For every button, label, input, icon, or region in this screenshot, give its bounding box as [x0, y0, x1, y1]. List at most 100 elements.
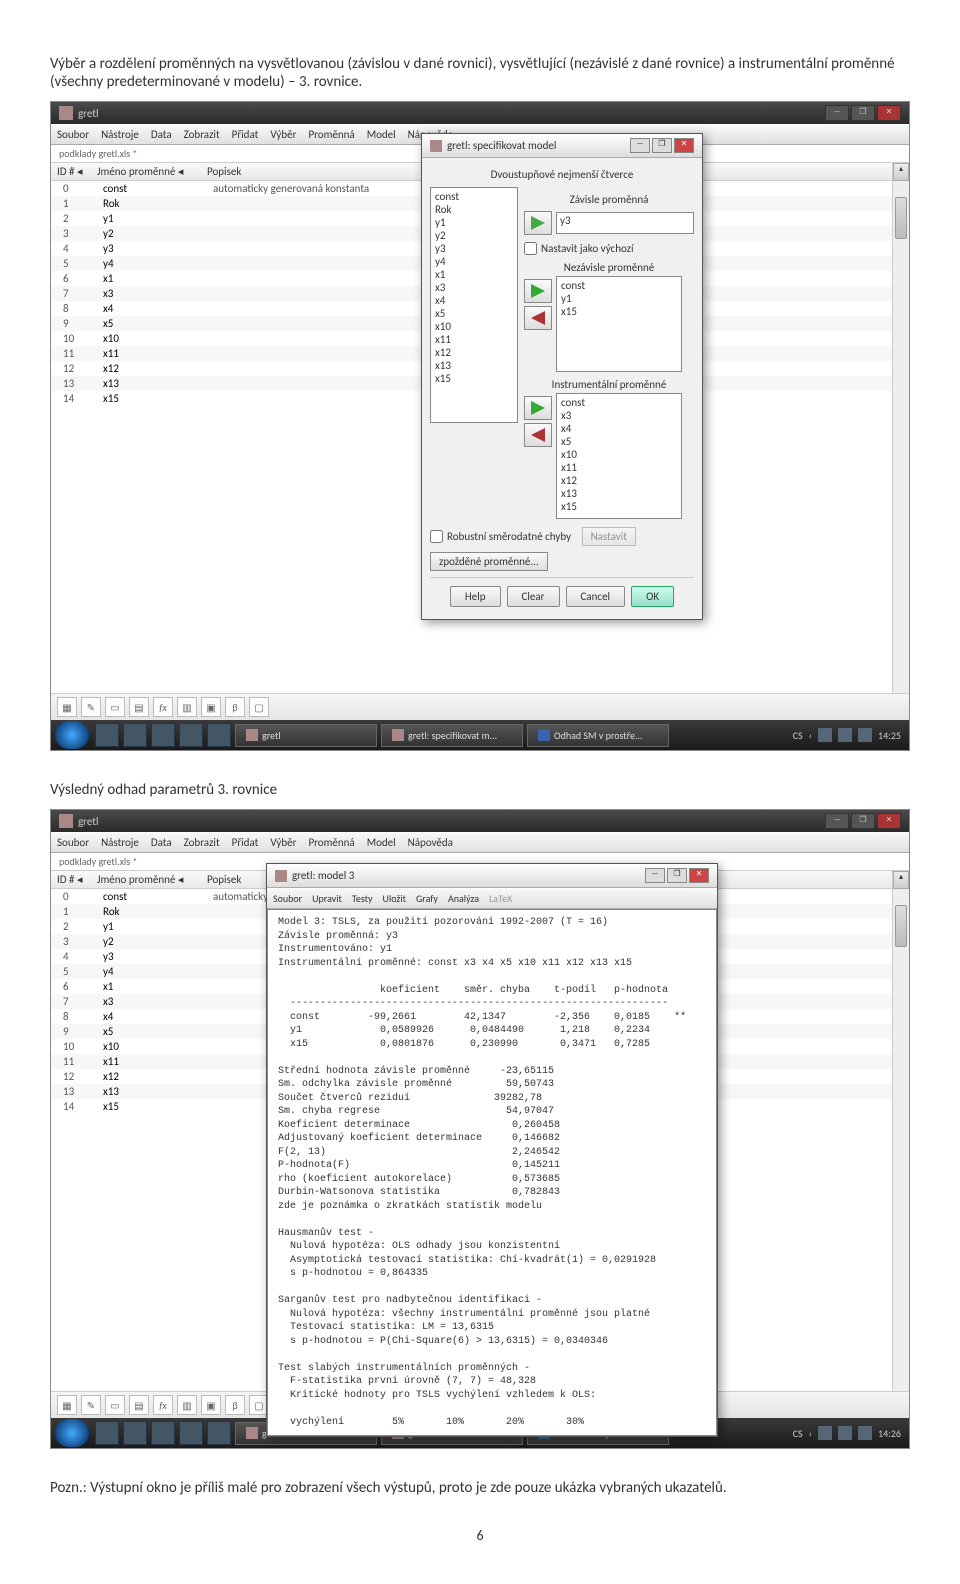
list-item[interactable]: x1 — [433, 268, 515, 281]
start-button[interactable] — [55, 721, 89, 749]
calc-icon[interactable]: ▦ — [57, 1395, 77, 1415]
ql-notes-icon[interactable] — [179, 1421, 203, 1445]
list-item[interactable]: x15 — [559, 305, 679, 318]
maximize-button[interactable]: ❐ — [652, 138, 672, 153]
col-id[interactable]: ID # ◂ — [51, 165, 97, 178]
list-item[interactable]: x4 — [433, 294, 515, 307]
ql-explorer-icon[interactable] — [123, 723, 147, 747]
robust-checkbox[interactable] — [430, 530, 443, 543]
console-icon[interactable]: ▭ — [105, 1395, 125, 1415]
db-icon[interactable]: ▣ — [201, 697, 221, 717]
menu-soubor[interactable]: Soubor — [57, 836, 89, 849]
ql-explorer-icon[interactable] — [123, 1421, 147, 1445]
clear-button[interactable]: Clear — [507, 586, 560, 607]
edit-icon[interactable]: ✎ — [81, 1395, 101, 1415]
choose-dep-button[interactable] — [524, 211, 552, 235]
col-name[interactable]: Jméno proměnné ◂ — [97, 165, 207, 178]
clock[interactable]: 14:26 — [878, 1427, 901, 1440]
menu-testy[interactable]: Testy — [352, 892, 373, 905]
ql-firefox-icon[interactable] — [151, 723, 175, 747]
list-item[interactable]: x10 — [559, 448, 679, 461]
list-item[interactable]: Rok — [433, 203, 515, 216]
menu-promenna[interactable]: Proměnná — [308, 128, 354, 141]
source-vars-list[interactable]: constRoky1y2y3y4x1x3x4x5x10x11x12x13x15 — [430, 187, 518, 423]
tray-flag-icon[interactable] — [818, 728, 832, 742]
menu-latex[interactable]: LaTeX — [489, 892, 512, 905]
robust-config-button[interactable]: Nastavit — [582, 527, 636, 546]
icon-view-icon[interactable]: ▤ — [129, 697, 149, 717]
remove-instr-button[interactable] — [524, 423, 552, 447]
minimize-button[interactable]: — — [825, 813, 849, 829]
tray-network-icon[interactable] — [838, 1426, 852, 1440]
menu-pridat[interactable]: Přidat — [232, 836, 259, 849]
tray-chevron-icon[interactable]: ‹ — [809, 729, 812, 742]
menu-model[interactable]: Model — [367, 128, 396, 141]
maximize-button[interactable]: ❐ — [851, 813, 875, 829]
list-item[interactable]: x13 — [433, 359, 515, 372]
taskbar-app-odhad[interactable]: Odhad SM v prostře... — [527, 724, 669, 747]
minimize-button[interactable]: — — [645, 868, 665, 883]
minimize-button[interactable]: — — [825, 105, 849, 121]
list-item[interactable]: x10 — [433, 320, 515, 333]
menu-promenna[interactable]: Proměnná — [308, 836, 354, 849]
list-item[interactable]: x11 — [559, 461, 679, 474]
list-item[interactable]: x5 — [433, 307, 515, 320]
add-instr-button[interactable] — [524, 396, 552, 420]
list-item[interactable]: const — [559, 396, 679, 409]
beta-icon[interactable]: β — [225, 697, 245, 717]
dependent-field[interactable]: y3 — [556, 212, 694, 234]
taskbar-app-gretl[interactable]: gretl — [235, 724, 377, 747]
menu-grafy[interactable]: Grafy — [416, 892, 438, 905]
taskbar-app-specify[interactable]: gretl: specifikovat m... — [381, 724, 523, 747]
list-item[interactable]: x5 — [559, 435, 679, 448]
menu-nastroje[interactable]: Nástroje — [101, 836, 139, 849]
list-item[interactable]: y4 — [433, 255, 515, 268]
cancel-button[interactable]: Cancel — [566, 586, 626, 607]
fx-icon[interactable]: fx — [153, 1395, 173, 1415]
menu-upravit[interactable]: Upravit — [312, 892, 342, 905]
lang-indicator[interactable]: CS — [793, 729, 803, 742]
menu-ulozit[interactable]: Uložit — [383, 892, 406, 905]
menu-data[interactable]: Data — [151, 128, 172, 141]
ql-notes-icon[interactable] — [179, 723, 203, 747]
lang-indicator[interactable]: CS — [793, 1427, 803, 1440]
close-button[interactable]: ✕ — [689, 868, 709, 883]
tray-network-icon[interactable] — [838, 728, 852, 742]
book-icon[interactable]: ▥ — [177, 1395, 197, 1415]
open-icon[interactable]: ▢ — [249, 697, 269, 717]
list-item[interactable]: y3 — [433, 242, 515, 255]
list-item[interactable]: x15 — [559, 500, 679, 513]
close-button[interactable]: ✕ — [674, 138, 694, 153]
remove-indep-button[interactable] — [524, 306, 552, 330]
console-icon[interactable]: ▭ — [105, 697, 125, 717]
menu-soubor[interactable]: Soubor — [57, 128, 89, 141]
clock[interactable]: 14:25 — [878, 729, 901, 742]
tray-chevron-icon[interactable]: ‹ — [809, 1427, 812, 1440]
independent-vars-list[interactable]: consty1x15 — [556, 276, 682, 372]
tray-volume-icon[interactable] — [858, 1426, 872, 1440]
maximize-button[interactable]: ❐ — [851, 105, 875, 121]
set-default-checkbox[interactable] — [524, 242, 537, 255]
col-name[interactable]: Jméno proměnné ◂ — [97, 873, 207, 886]
menu-zobrazit[interactable]: Zobrazit — [184, 836, 220, 849]
maximize-button[interactable]: ❐ — [667, 868, 687, 883]
fx-icon[interactable]: fx — [153, 697, 173, 717]
list-item[interactable]: x4 — [559, 422, 679, 435]
scrollbar[interactable]: ▴ — [892, 871, 909, 1391]
db-icon[interactable]: ▣ — [201, 1395, 221, 1415]
ql-ie-icon[interactable] — [95, 723, 119, 747]
list-item[interactable]: x3 — [559, 409, 679, 422]
list-item[interactable]: y1 — [433, 216, 515, 229]
ql-word-icon[interactable] — [207, 1421, 231, 1445]
menu-soubor[interactable]: Soubor — [273, 892, 302, 905]
lagged-vars-button[interactable]: zpožděné proměnné... — [430, 552, 548, 571]
instrument-vars-list[interactable]: constx3x4x5x10x11x12x13x15 — [556, 393, 682, 519]
start-button[interactable] — [55, 1419, 89, 1447]
list-item[interactable]: y1 — [559, 292, 679, 305]
menu-pridat[interactable]: Přidat — [232, 128, 259, 141]
list-item[interactable]: x3 — [433, 281, 515, 294]
ok-button[interactable]: OK — [631, 586, 674, 607]
tray-flag-icon[interactable] — [818, 1426, 832, 1440]
add-indep-button[interactable] — [524, 279, 552, 303]
menu-vyber[interactable]: Výběr — [270, 836, 296, 849]
